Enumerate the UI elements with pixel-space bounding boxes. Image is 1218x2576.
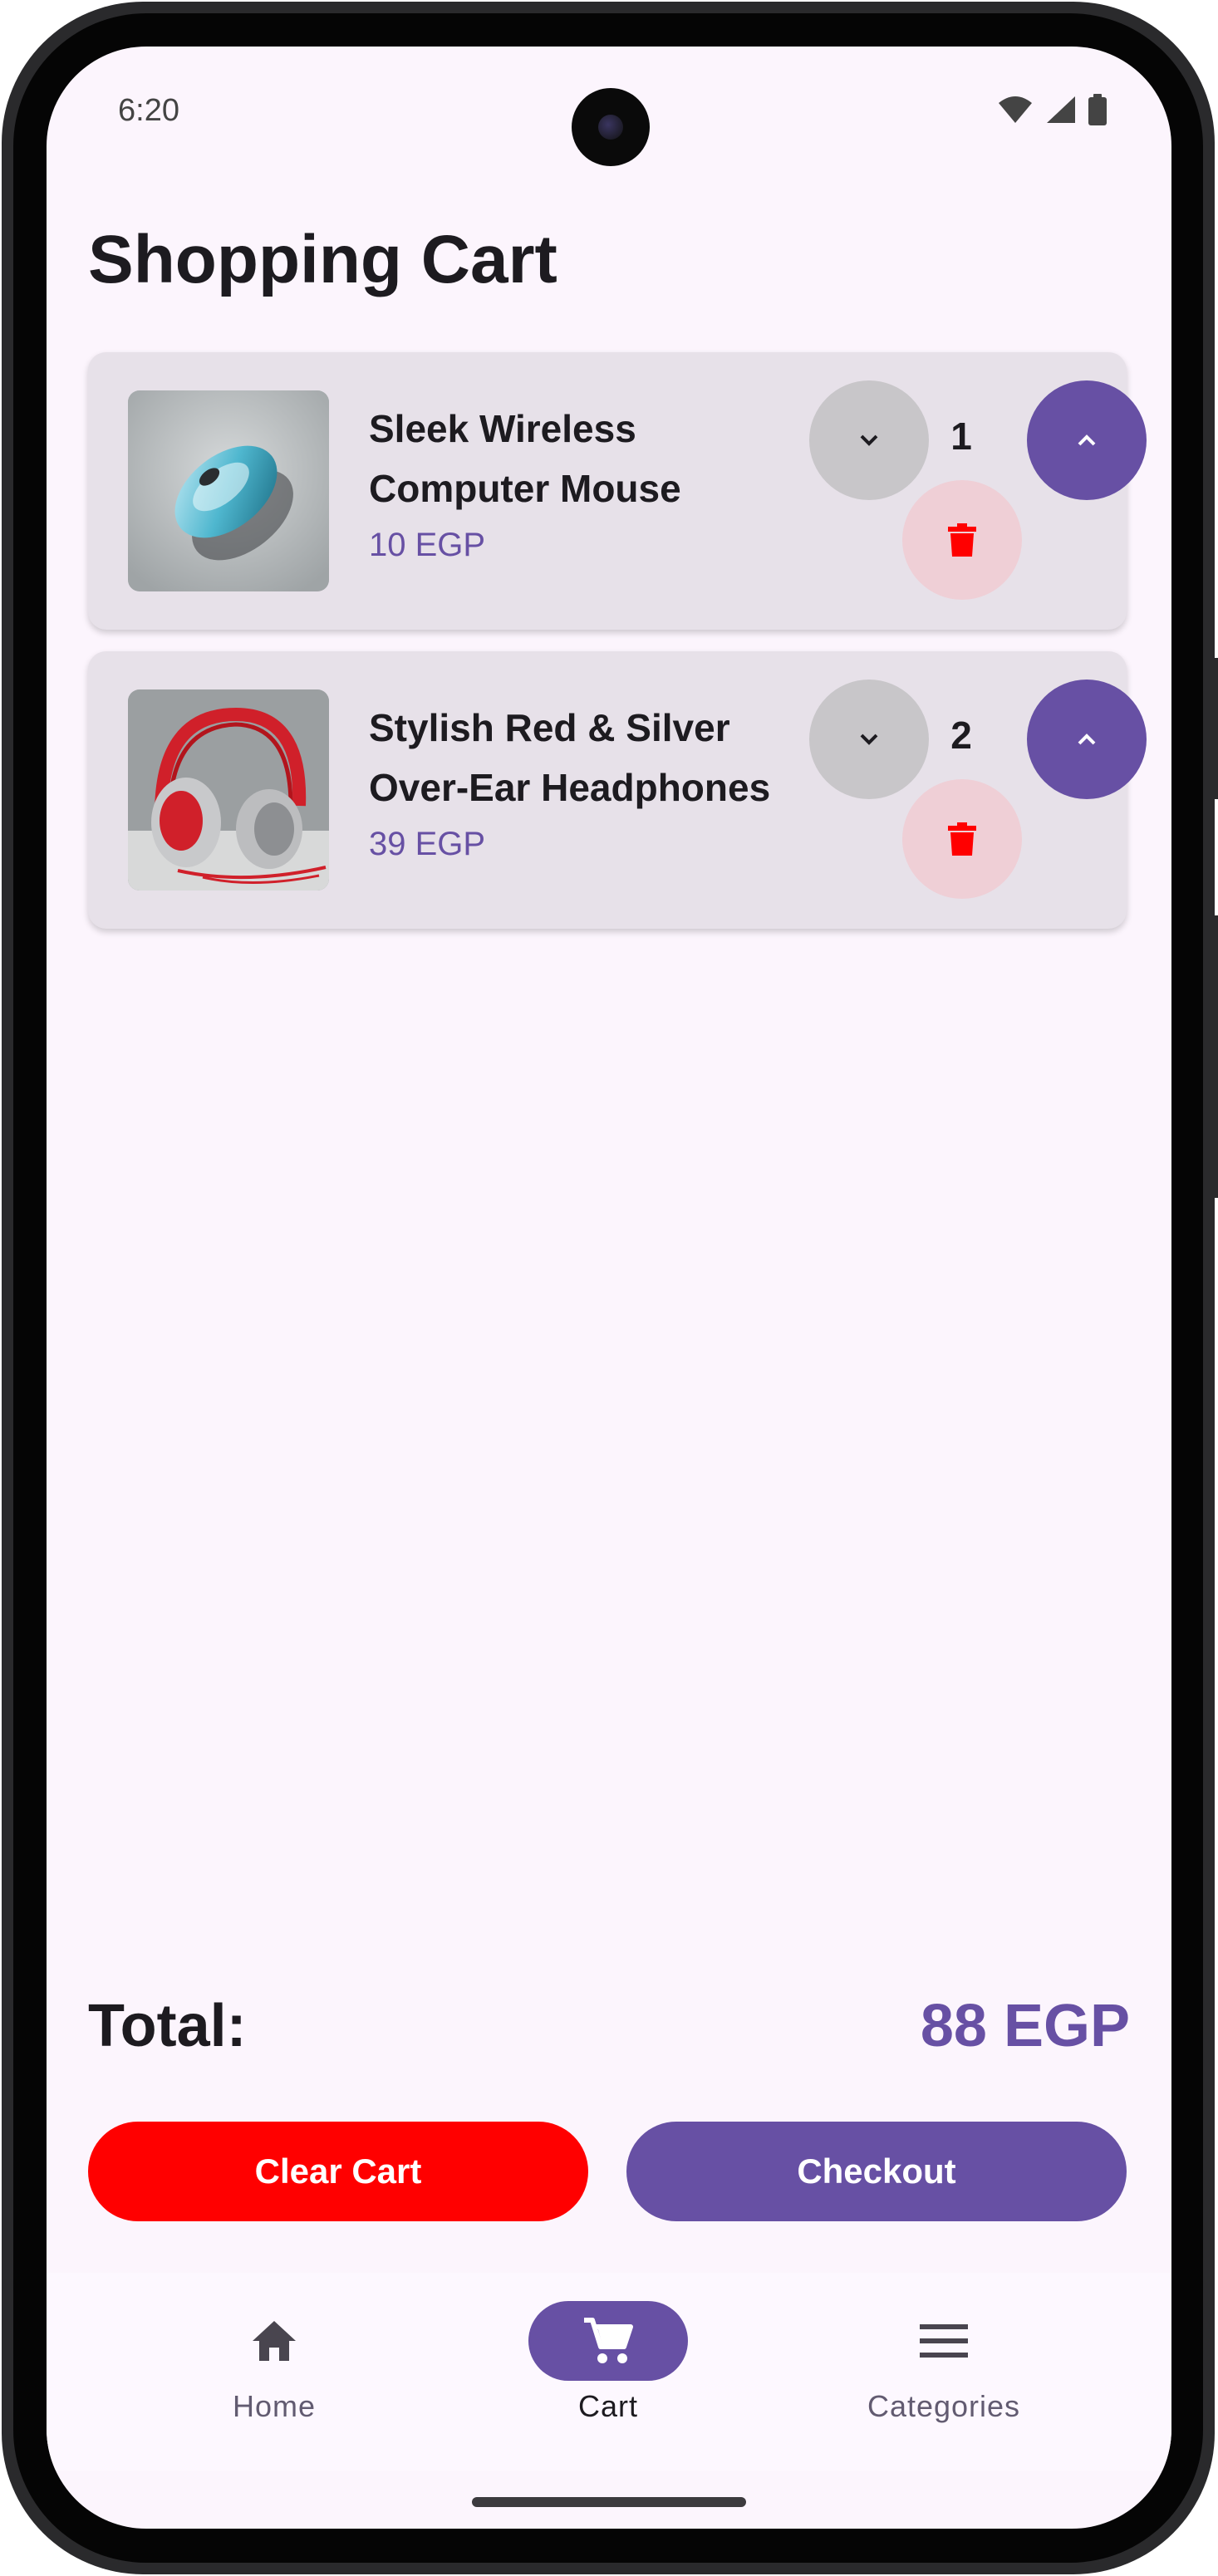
gesture-bar[interactable] (472, 2497, 746, 2507)
decrease-quantity-button[interactable] (809, 680, 929, 799)
status-icons (997, 94, 1107, 125)
signal-icon (1047, 96, 1075, 123)
delete-item-button[interactable] (902, 779, 1022, 899)
front-camera (572, 88, 650, 166)
decrease-quantity-button[interactable] (809, 380, 929, 500)
trash-icon (948, 822, 976, 856)
home-icon (253, 2321, 296, 2361)
total-value: 88 EGP (920, 1993, 1130, 2059)
quantity-value: 1 (950, 415, 972, 458)
chevron-up-icon (1078, 434, 1096, 446)
power-button (1215, 658, 1218, 799)
cart-icon (584, 2318, 633, 2363)
chevron-up-icon (1078, 734, 1096, 745)
nav-item-cart[interactable]: Cart (425, 2273, 791, 2471)
nav-item-home[interactable]: Home (91, 2273, 457, 2471)
cart-item: Sleek Wireless Computer Mouse 10 EGP 1 (88, 352, 1147, 630)
delete-item-button[interactable] (902, 480, 1022, 600)
bottom-navigation: Home Cart Categories (47, 2273, 1171, 2471)
nav-label: Categories (867, 2389, 1021, 2423)
status-bar: 6:20 (47, 47, 1171, 179)
menu-icon (920, 2324, 968, 2358)
total-label: Total: (88, 1993, 247, 2059)
nav-label: Home (232, 2389, 317, 2423)
product-price: 39 EGP (369, 826, 486, 862)
volume-button (1215, 915, 1218, 1198)
clear-cart-button[interactable]: Clear Cart (88, 2122, 588, 2221)
product-image-mouse (128, 390, 329, 591)
nav-label: Cart (577, 2389, 638, 2423)
product-image-headphones (128, 689, 329, 891)
page-title: Shopping Cart (88, 222, 557, 297)
product-price: 10 EGP (369, 527, 486, 563)
product-name[interactable]: Sleek Wireless Computer Mouse (369, 399, 801, 518)
nav-pill (864, 2301, 1024, 2381)
phone-frame: 6:20 Shopping Cart Sleek Wireless Comput… (0, 0, 1218, 2576)
increase-quantity-button[interactable] (1027, 680, 1147, 799)
nav-item-categories[interactable]: Categories (761, 2273, 1127, 2471)
checkout-button[interactable]: Checkout (626, 2122, 1127, 2221)
product-name[interactable]: Stylish Red & Silver Over-Ear Headphones (369, 698, 801, 817)
trash-icon (948, 523, 976, 557)
battery-icon (1088, 94, 1107, 125)
chevron-down-icon (860, 434, 878, 446)
nav-pill (194, 2301, 354, 2381)
chevron-down-icon (860, 734, 878, 745)
wifi-icon (999, 96, 1032, 123)
status-time: 6:20 (118, 93, 179, 128)
nav-pill (528, 2301, 688, 2381)
cart-item: Stylish Red & Silver Over-Ear Headphones… (88, 651, 1147, 929)
app-screen: 6:20 Shopping Cart Sleek Wireless Comput… (47, 47, 1171, 2529)
quantity-value: 2 (950, 714, 972, 757)
increase-quantity-button[interactable] (1027, 380, 1147, 500)
